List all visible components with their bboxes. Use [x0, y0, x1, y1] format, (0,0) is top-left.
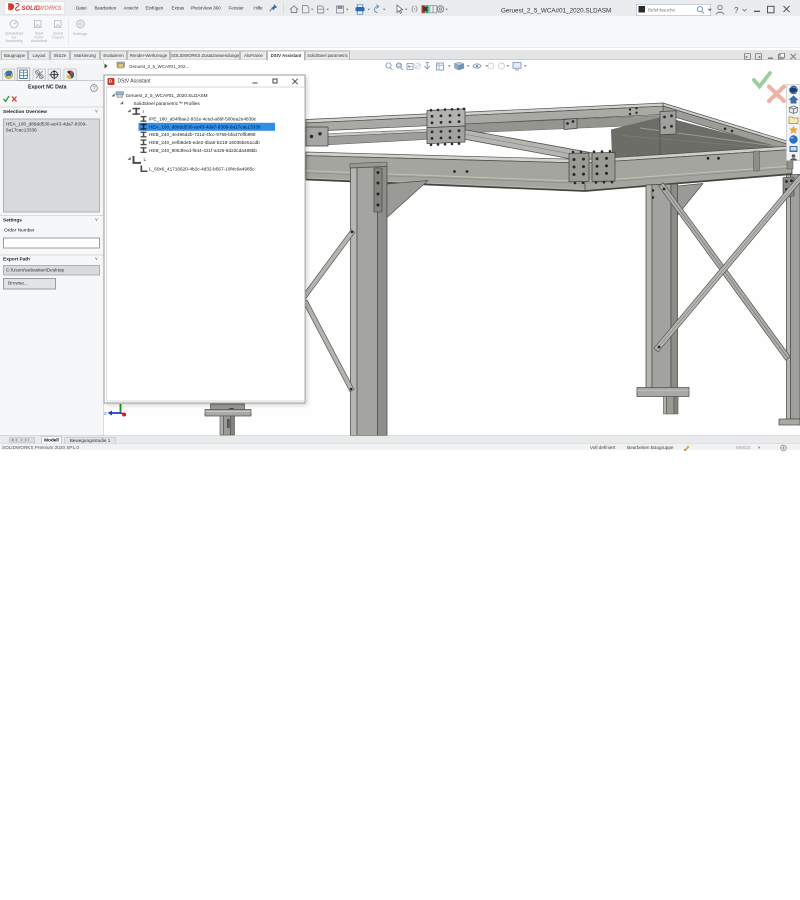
svg-text:IPE_180_a54f8ae2-932e-4ced-a86: IPE_180_a54f8ae2-932e-4ced-a86f-500ea2e4… [149, 117, 257, 122]
svg-text:Geruest_2_5_WCA#01_202...: Geruest_2_5_WCA#01_202... [129, 64, 189, 69]
svg-text:Geruest_2_5_WCA#01_2020.SLDASM: Geruest_2_5_WCA#01_2020.SLDASM [126, 93, 208, 98]
svg-text:HEA_100_d89dd530-ac43-4da7-830: HEA_100_d89dd530-ac43-4da7-8309-6a17cac1… [149, 124, 261, 129]
svg-text:I: I [143, 109, 144, 114]
svg-text:L_60x6_41716620-4b2c-4d32-b567: L_60x6_41716620-4b2c-4d32-b567-10f4c6a49… [149, 166, 255, 171]
svg-text:HEB_240_8053fecd-f644-421f-a42: HEB_240_8053fecd-f644-421f-a426-8d22cda4… [149, 148, 257, 153]
svg-text:HEB_240_4e496d2b-721d-4fcc-976: HEB_240_4e496d2b-721d-4fcc-9769-bfa47eff… [149, 132, 256, 137]
svg-text:HEB_240_eefb8de5-ede2-4ba6-b21: HEB_240_eefb8de5-ede2-4ba6-b218-16036be5… [149, 140, 260, 145]
svg-text:Z: Z [104, 411, 107, 416]
svg-text:SolidSteel parametric™ Profile: SolidSteel parametric™ Profiles [134, 101, 201, 106]
svg-text:L: L [144, 157, 147, 162]
